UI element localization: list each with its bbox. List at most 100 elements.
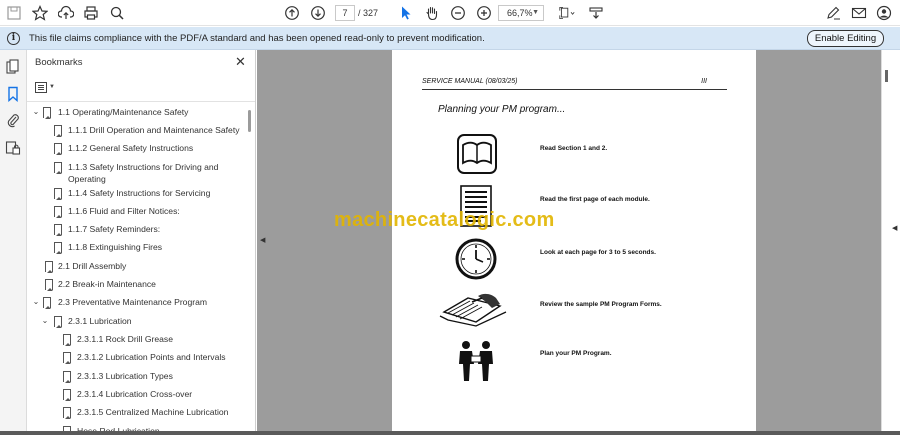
sign-pen-icon[interactable] <box>824 4 842 22</box>
bookmark-label: 1.1.1 Drill Operation and Maintenance Sa… <box>68 125 240 135</box>
bookmark-icon <box>63 407 71 419</box>
pdf-page: SERVICE MANUAL (08/03/25) III Planning y… <box>392 50 756 435</box>
page-thumbnails-icon[interactable] <box>5 59 21 75</box>
bookmark-icon <box>54 206 62 218</box>
bookmark-icon <box>43 107 51 119</box>
bookmark-label: 1.1 Operating/Maintenance Safety <box>58 107 189 117</box>
bookmark-item[interactable]: 1.1.1 Drill Operation and Maintenance Sa… <box>27 123 245 137</box>
step-text: Read the first page of each module. <box>540 196 650 203</box>
document-scrollbar[interactable] <box>881 50 900 435</box>
bookmark-item[interactable]: ⌄ 2.3 Preventative Maintenance Program <box>27 295 245 309</box>
step-text: Plan your PM Program. <box>540 350 612 357</box>
chevron-down-icon[interactable]: ⌄ <box>31 297 41 307</box>
page-total: / 327 <box>358 8 379 18</box>
step-text: Read Section 1 and 2. <box>540 145 608 152</box>
bookmark-label: 2.3 Preventative Maintenance Program <box>58 297 208 307</box>
bookmark-label: 2.3.1.5 Centralized Machine Lubrication <box>77 407 229 417</box>
watermark: machinecatalogic.com <box>334 209 555 231</box>
bookmark-label: 2.3.1.1 Rock Drill Grease <box>77 334 173 344</box>
save-icon[interactable] <box>5 4 23 22</box>
bookmark-item[interactable]: 2.1 Drill Assembly <box>27 259 245 273</box>
bookmark-icon <box>54 316 62 328</box>
bookmark-icon <box>54 162 62 174</box>
chevron-down-icon[interactable]: ⌄ <box>31 107 41 117</box>
bookmark-item[interactable]: 2.2 Break-in Maintenance <box>27 277 245 291</box>
bookmark-icon <box>63 352 71 364</box>
bookmark-item[interactable]: 1.1.2 General Safety Instructions <box>27 141 245 155</box>
bookmark-label: 2.3.1.4 Lubrication Cross-over <box>77 389 193 399</box>
bookmark-icon <box>54 143 62 155</box>
bookmark-label: 2.3.1 Lubrication <box>68 316 132 326</box>
search-icon[interactable] <box>108 4 126 22</box>
page-heading: Planning your PM program... <box>438 104 566 115</box>
bookmark-label: 1.1.3 Safety Instructions for Driving an… <box>68 162 219 172</box>
account-icon[interactable] <box>875 4 893 22</box>
bookmark-label: 1.1.8 Extinguishing Fires <box>68 242 163 252</box>
page-number-input[interactable]: 7 <box>335 5 355 21</box>
bookmark-item[interactable]: 2.3.1.1 Rock Drill Grease <box>27 332 245 346</box>
zoom-in-icon[interactable] <box>475 4 493 22</box>
next-page-icon[interactable] <box>309 4 327 22</box>
page-display-icon[interactable] <box>587 4 605 22</box>
bookmark-item[interactable]: 2.3.1.4 Lubrication Cross-over <box>27 387 245 401</box>
bookmark-panel-icon[interactable] <box>5 86 21 103</box>
chevron-down-icon[interactable]: ⌄ <box>40 316 50 326</box>
collapse-panel-left-icon[interactable]: ◀ <box>260 236 265 244</box>
bookmark-icon <box>54 188 62 200</box>
bookmark-item[interactable]: 1.1.3 Safety Instructions for Driving an… <box>27 160 245 186</box>
bottom-edge <box>0 431 900 435</box>
bookmark-icon <box>54 224 62 236</box>
bookmark-label: 1.1.7 Safety Reminders: <box>68 224 161 234</box>
zoom-out-icon[interactable] <box>449 4 467 22</box>
layers-lock-icon[interactable] <box>5 140 21 156</box>
bookmark-icon <box>54 125 62 137</box>
bookmark-item[interactable]: ⌄ 1.1 Operating/Maintenance Safety <box>27 105 245 119</box>
email-icon[interactable] <box>850 4 868 22</box>
bookmark-item[interactable]: ⌄ 2.3.1 Lubrication <box>27 314 245 328</box>
forms-review-icon <box>439 293 507 327</box>
pdfa-info-bar: i This file claims compliance with the P… <box>0 27 900 50</box>
clock-icon <box>455 238 497 280</box>
expand-right-panel-icon[interactable]: ◀ <box>892 224 897 232</box>
info-icon: i <box>7 32 20 45</box>
print-icon[interactable] <box>82 4 100 22</box>
zoom-level-value: 66,7% <box>507 8 533 18</box>
book-icon <box>457 134 497 174</box>
attachment-icon[interactable] <box>5 112 21 128</box>
zoom-level-select[interactable]: 66,7% ▼ <box>498 5 544 21</box>
scrollbar-thumb[interactable] <box>885 70 888 82</box>
cloud-upload-icon[interactable] <box>57 4 75 22</box>
bookmark-label-continued: Operating <box>68 174 106 184</box>
bookmark-icon <box>43 297 51 309</box>
select-cursor-icon[interactable] <box>397 4 415 22</box>
bookmark-item[interactable]: 1.1.6 Fluid and Filter Notices: <box>27 204 245 218</box>
bookmark-options-button[interactable]: ▼ <box>35 80 57 94</box>
chevron-down-icon: ▼ <box>532 9 539 16</box>
bookmark-label: 1.1.2 General Safety Instructions <box>68 143 194 153</box>
top-toolbar: 7 / 327 66,7% ▼ <box>0 0 900 26</box>
bookmark-item[interactable]: 2.3.1.3 Lubrication Types <box>27 369 245 383</box>
bookmark-item[interactable]: 2.3.1.2 Lubrication Points and Intervals <box>27 350 245 364</box>
hand-tool-icon[interactable] <box>423 4 441 22</box>
enable-editing-button[interactable]: Enable Editing <box>807 30 884 47</box>
bookmark-item[interactable]: 1.1.4 Safety Instructions for Servicing <box>27 186 245 200</box>
bookmark-label: 1.1.4 Safety Instructions for Servicing <box>68 188 211 198</box>
star-icon[interactable] <box>31 4 49 22</box>
planning-people-icon <box>459 341 493 381</box>
left-rail <box>0 50 27 435</box>
previous-page-icon[interactable] <box>283 4 301 22</box>
chevron-down-icon: ▼ <box>49 84 55 90</box>
fit-page-icon[interactable] <box>556 4 578 22</box>
bookmark-icon <box>63 334 71 346</box>
bookmark-list: ⌄ 1.1 Operating/Maintenance Safety 1.1.1… <box>27 102 245 435</box>
bookmark-label: 2.3.1.3 Lubrication Types <box>77 371 173 381</box>
bookmark-item[interactable]: 1.1.7 Safety Reminders: <box>27 222 245 236</box>
close-icon[interactable]: ✕ <box>235 54 246 70</box>
header-left: SERVICE MANUAL (08/03/25) <box>422 78 518 85</box>
step-text: Review the sample PM Program Forms. <box>540 301 662 308</box>
bookmark-item[interactable]: 2.3.1.5 Centralized Machine Lubrication <box>27 405 245 419</box>
panel-scrollbar-thumb[interactable] <box>248 110 251 132</box>
panel-title: Bookmarks <box>35 57 83 68</box>
bookmark-item[interactable]: 1.1.8 Extinguishing Fires <box>27 240 245 254</box>
list-options-icon <box>35 81 47 93</box>
